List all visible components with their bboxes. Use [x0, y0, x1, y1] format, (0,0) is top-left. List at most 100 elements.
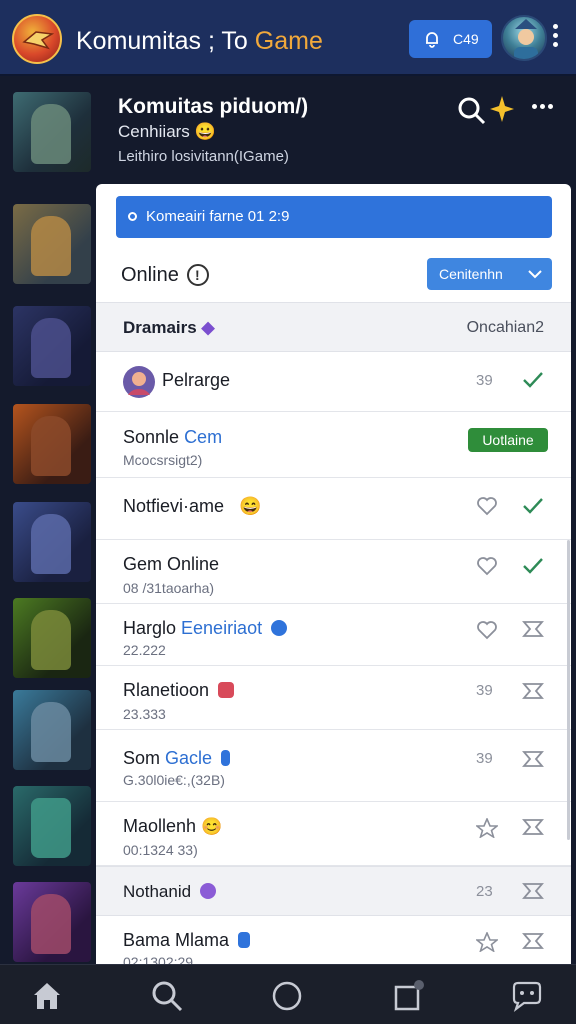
info-banner[interactable]: Komeairi farne 01 2:9	[116, 196, 552, 238]
list-item[interactable]: Harglo Eeneiriaot 22.222	[96, 604, 571, 666]
member-name-text: Bama Mlama	[123, 930, 230, 950]
list-item[interactable]: Rlanetioon 23.333 39	[96, 666, 571, 730]
chevron-down-icon	[528, 270, 542, 279]
member-name: Som Gacle	[123, 748, 231, 769]
smile-emoji-icon: 😄	[239, 496, 262, 516]
smile-emoji-icon: 😊	[201, 817, 223, 836]
app-title: Komumitas ; To Game	[76, 27, 323, 56]
member-name: Bama Mlama	[123, 930, 251, 951]
search-icon[interactable]	[150, 979, 184, 1013]
member-name-text: Rlanetioon	[123, 680, 210, 700]
sort-label: Cenitenhn	[439, 266, 503, 282]
bell-icon	[426, 32, 438, 48]
star-icon[interactable]	[476, 932, 498, 952]
member-name: Rlanetioon	[123, 680, 235, 701]
heart-outline-icon[interactable]	[476, 620, 498, 640]
star-icon[interactable]	[476, 818, 498, 838]
more-vertical-icon[interactable]	[548, 24, 562, 54]
section-title-text: Nothanid	[123, 882, 192, 901]
thumbnail-2[interactable]	[13, 204, 91, 284]
chat-icon[interactable]	[510, 979, 544, 1013]
square-icon[interactable]	[392, 979, 426, 1013]
list-item[interactable]: Sonnle Cem Mcocsrsigt2) Uotlaine	[96, 412, 571, 478]
flag-icon[interactable]	[522, 882, 544, 902]
thumbnail-7[interactable]	[13, 690, 91, 770]
app-title-accent: Game	[254, 27, 323, 55]
app-title-mid: ; To	[201, 27, 255, 55]
member-name: Maollenh 😊	[123, 816, 222, 837]
member-name: Harglo Eeneiriaot	[123, 618, 288, 639]
list-item[interactable]: Pelrarge 39	[96, 352, 571, 412]
top-app-bar: Komumitas ; To Game C49	[0, 0, 576, 76]
logo-icon[interactable]	[12, 14, 62, 64]
member-name-part: Sonnle	[123, 427, 185, 447]
heart-outline-icon[interactable]	[476, 556, 498, 576]
diamond-icon: ◆	[201, 318, 215, 337]
avatar	[123, 366, 155, 398]
list-item[interactable]: Som Gacle G.30l0ie€:,(32B) 39	[96, 730, 571, 802]
member-subtext: 23.333	[123, 706, 166, 722]
more-horizontal-icon[interactable]	[532, 104, 556, 114]
thumbnail-5[interactable]	[13, 502, 91, 582]
sparkle-icon[interactable]	[490, 96, 514, 122]
list-item[interactable]: Bama Mlama 02:1302:29	[96, 916, 571, 966]
flag-icon[interactable]	[522, 818, 544, 838]
check-icon[interactable]	[522, 496, 544, 516]
notifications-button[interactable]: C49	[409, 20, 492, 58]
flag-icon[interactable]	[522, 750, 544, 770]
member-subtext: 00:1324 33)	[123, 842, 198, 858]
member-count: 39	[476, 372, 493, 389]
bottom-navigation	[0, 964, 576, 1024]
section-count: 23	[476, 883, 493, 900]
member-name-part: Harglo	[123, 618, 182, 638]
member-name-text: Maollenh	[123, 816, 197, 836]
section-title: Nothanid	[123, 882, 216, 902]
list-item[interactable]: Maollenh 😊 00:1324 33)	[96, 802, 571, 866]
thumbnail-3[interactable]	[13, 306, 91, 386]
check-icon[interactable]	[522, 556, 544, 576]
section-title: Dramairs ◆	[123, 318, 215, 338]
thumbnail-9[interactable]	[13, 882, 91, 962]
thumbnail-6[interactable]	[13, 598, 91, 678]
section-header: Dramairs ◆ Oncahian2	[96, 302, 571, 352]
info-icon[interactable]	[187, 264, 209, 286]
emoji-badge-icon	[218, 682, 235, 698]
scrollbar[interactable]	[567, 540, 570, 840]
status-badge: Uotlaine	[468, 428, 548, 452]
community-title: Komuitas piduom/)	[118, 95, 309, 118]
member-count: 39	[476, 682, 493, 699]
list-item[interactable]: Notfievi·ame 😄	[96, 478, 571, 540]
banner-text: Komeairi farne 01 2:9	[146, 208, 290, 225]
home-icon[interactable]	[30, 979, 64, 1013]
flag-icon[interactable]	[522, 932, 544, 952]
member-subtext: Mcocsrsigt2)	[123, 452, 203, 468]
community-subtitle: Cenhiiars 😀	[118, 122, 216, 141]
badge-icon	[221, 750, 231, 766]
search-icon[interactable]	[457, 96, 487, 126]
section-title-text: Dramairs	[123, 318, 197, 337]
list-item[interactable]: Gem Online 08 /31taoarha)	[96, 540, 571, 604]
thumbnail-8[interactable]	[13, 786, 91, 866]
verified-icon	[271, 620, 288, 636]
member-name-highlight: Eeneiriaot	[181, 618, 263, 638]
flag-icon[interactable]	[522, 682, 544, 702]
flag-icon[interactable]	[522, 620, 544, 640]
community-game: Leithiro losivitann(IGame)	[118, 148, 289, 165]
thumbnail-1[interactable]	[13, 92, 91, 172]
member-name: Sonnle Cem	[123, 427, 222, 448]
check-icon[interactable]	[522, 370, 544, 390]
member-count: 39	[476, 750, 493, 767]
section-header: Nothanid 23	[96, 866, 571, 916]
badge-icon	[238, 932, 251, 948]
circle-icon[interactable]	[270, 979, 304, 1013]
sort-dropdown[interactable]: Cenitenhn	[427, 258, 552, 290]
online-label: Online	[121, 264, 179, 286]
section-right-label: Oncahian2	[466, 319, 544, 336]
notification-count: C49	[453, 31, 479, 47]
member-subtext: G.30l0ie€:,(32B)	[123, 772, 225, 788]
member-name-part: Som	[123, 748, 166, 768]
avatar[interactable]	[501, 15, 547, 61]
thumbnail-4[interactable]	[13, 404, 91, 484]
member-subtext: 08 /31taoarha)	[123, 580, 215, 596]
heart-outline-icon[interactable]	[476, 496, 498, 516]
